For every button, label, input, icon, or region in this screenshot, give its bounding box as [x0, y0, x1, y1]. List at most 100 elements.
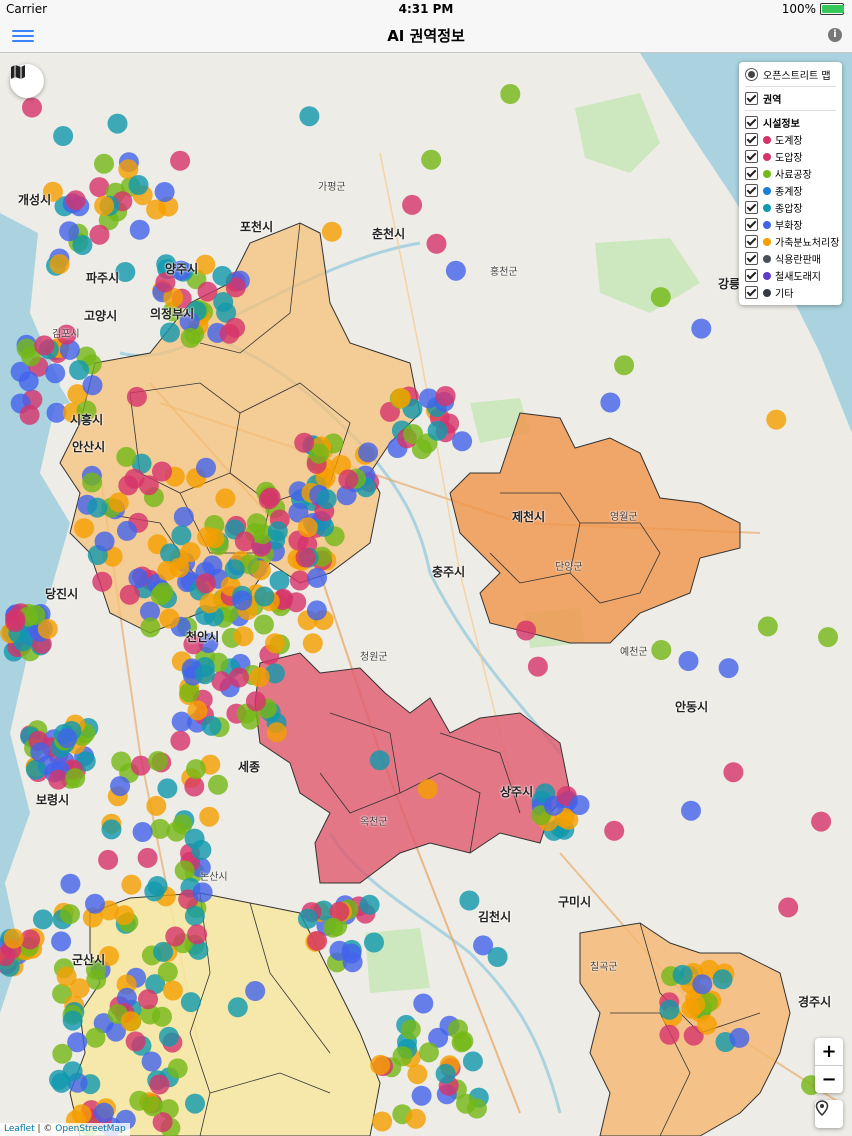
facility-marker[interactable] — [126, 386, 147, 407]
facility-marker[interactable] — [128, 175, 149, 195]
legend-item[interactable]: 종압장 — [739, 199, 842, 216]
facility-marker[interactable] — [400, 1019, 421, 1040]
facility-marker[interactable] — [297, 517, 318, 538]
facility-marker[interactable] — [114, 905, 135, 926]
facility-marker[interactable] — [329, 940, 350, 961]
facility-marker[interactable] — [650, 287, 671, 308]
legend-item-checkbox[interactable] — [745, 133, 758, 146]
facility-marker[interactable] — [186, 759, 206, 780]
facility-marker[interactable] — [249, 667, 270, 688]
facility-marker[interactable] — [25, 605, 46, 625]
legend-item[interactable]: 기타 — [739, 284, 842, 301]
legend-item-checkbox[interactable] — [745, 218, 758, 231]
facility-marker[interactable] — [265, 633, 285, 654]
facility-marker[interactable] — [712, 969, 733, 990]
facility-marker[interactable] — [417, 779, 438, 800]
facility-marker[interactable] — [180, 328, 201, 348]
facility-marker[interactable] — [403, 424, 424, 444]
facility-marker[interactable] — [51, 931, 72, 952]
facility-marker[interactable] — [166, 821, 187, 842]
facility-marker[interactable] — [364, 932, 384, 953]
facility-marker[interactable] — [659, 1024, 680, 1045]
map-canvas[interactable] — [0, 53, 852, 1136]
facility-marker[interactable] — [49, 1069, 69, 1090]
facility-marker[interactable] — [685, 994, 706, 1015]
facility-marker[interactable] — [82, 472, 103, 493]
facility-toggle[interactable]: 시설정보 — [739, 114, 842, 131]
facility-marker[interactable] — [159, 608, 180, 629]
facility-marker[interactable] — [62, 1010, 83, 1031]
facility-marker[interactable] — [52, 1043, 73, 1064]
facility-marker[interactable] — [757, 616, 778, 637]
facility-marker[interactable] — [130, 755, 151, 776]
facility-marker[interactable] — [74, 518, 95, 539]
facility-marker[interactable] — [691, 318, 712, 339]
facility-marker[interactable] — [60, 873, 81, 894]
facility-marker[interactable] — [116, 446, 137, 467]
legend-item[interactable]: 사료공장 — [739, 165, 842, 182]
facility-marker[interactable] — [85, 1027, 106, 1048]
facility-marker[interactable] — [89, 224, 110, 245]
facility-marker[interactable] — [65, 768, 86, 789]
facility-marker[interactable] — [56, 966, 77, 987]
facility-marker[interactable] — [155, 272, 176, 293]
facility-marker[interactable] — [411, 1085, 432, 1106]
facility-marker[interactable] — [65, 190, 86, 211]
facility-marker[interactable] — [16, 338, 37, 359]
facility-marker[interactable] — [225, 317, 246, 338]
facility-marker[interactable] — [246, 513, 267, 534]
facility-marker[interactable] — [232, 590, 253, 611]
facility-marker[interactable] — [184, 905, 205, 926]
facility-marker[interactable] — [108, 492, 129, 513]
facility-marker[interactable] — [146, 199, 167, 220]
legend-item[interactable]: 철새도래지 — [739, 267, 842, 284]
facility-marker[interactable] — [267, 521, 288, 542]
facility-marker[interactable] — [153, 582, 174, 603]
facility-marker[interactable] — [142, 1096, 163, 1117]
facility-marker[interactable] — [729, 1027, 750, 1048]
facility-marker[interactable] — [405, 1108, 426, 1129]
legend-item[interactable]: 도압장 — [739, 148, 842, 165]
facility-marker[interactable] — [174, 860, 195, 881]
facility-marker[interactable] — [125, 1031, 146, 1052]
facility-marker[interactable] — [154, 182, 175, 202]
legend-item-checkbox[interactable] — [745, 150, 758, 163]
facility-marker[interactable] — [459, 890, 480, 911]
basemap-radio[interactable] — [745, 68, 758, 81]
facility-marker[interactable] — [201, 715, 222, 736]
facility-marker[interactable] — [117, 520, 137, 541]
facility-marker[interactable] — [196, 457, 216, 478]
facility-marker[interactable] — [527, 656, 548, 677]
facility-marker[interactable] — [53, 126, 74, 146]
facility-marker[interactable] — [302, 633, 323, 654]
legend-item-checkbox[interactable] — [745, 201, 758, 214]
locate-button[interactable] — [815, 1100, 843, 1128]
facility-marker[interactable] — [651, 640, 672, 660]
facility-marker[interactable] — [215, 488, 236, 509]
facility-marker[interactable] — [22, 97, 42, 118]
facility-marker[interactable] — [141, 1051, 162, 1072]
facility-marker[interactable] — [452, 431, 473, 452]
facility-marker[interactable] — [295, 547, 316, 568]
facility-marker[interactable] — [157, 778, 178, 799]
facility-marker[interactable] — [306, 600, 327, 621]
facility-marker[interactable] — [413, 993, 434, 1014]
facility-marker[interactable] — [199, 806, 220, 827]
facility-marker[interactable] — [233, 626, 254, 647]
facility-marker[interactable] — [204, 528, 225, 549]
facility-marker[interactable] — [48, 769, 69, 790]
facility-marker[interactable] — [30, 742, 51, 763]
facility-marker[interactable] — [115, 262, 136, 282]
facility-marker[interactable] — [18, 371, 39, 392]
facility-marker[interactable] — [49, 254, 70, 275]
facility-marker[interactable] — [121, 874, 142, 895]
facility-marker[interactable] — [157, 560, 178, 581]
facility-marker[interactable] — [678, 651, 699, 671]
region-checkbox[interactable] — [745, 92, 758, 105]
facility-marker[interactable] — [766, 409, 787, 430]
facility-marker[interactable] — [245, 691, 266, 712]
facility-marker[interactable] — [718, 658, 739, 679]
facility-marker[interactable] — [402, 194, 423, 215]
facility-marker[interactable] — [132, 822, 153, 842]
facility-marker[interactable] — [692, 974, 713, 995]
